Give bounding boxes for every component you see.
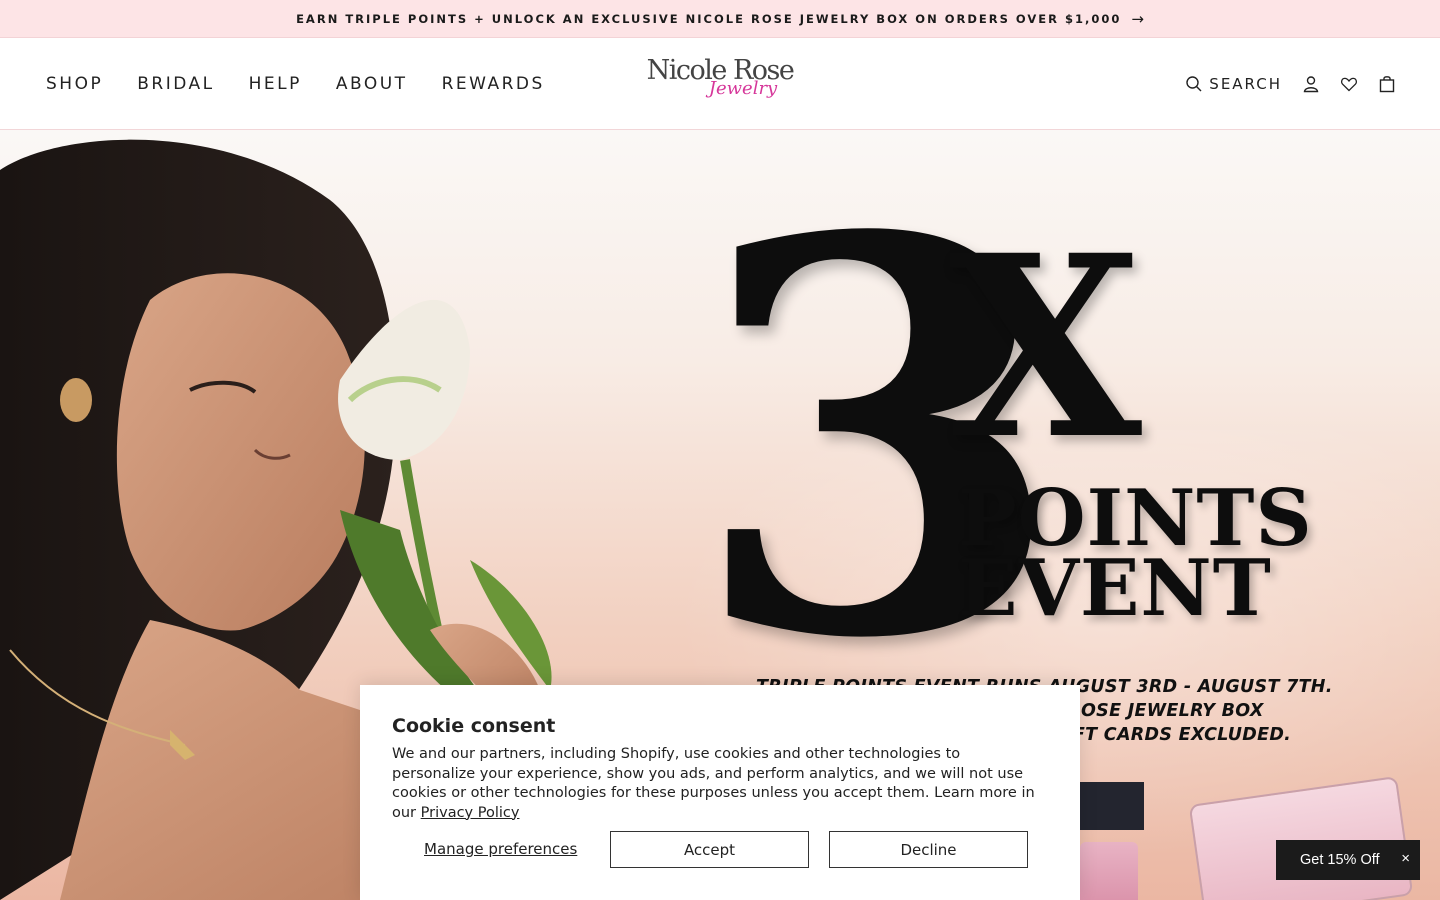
arrow-right-icon: → [1131,9,1144,28]
announcement-bar[interactable]: EARN TRIPLE POINTS + UNLOCK AN EXCLUSIVE… [0,0,1440,38]
hero-multiplier: X [948,200,1142,494]
privacy-policy-link[interactable]: Privacy Policy [421,805,520,821]
nav-rewards[interactable]: REWARDS [442,74,545,94]
site-header: SHOP BRIDAL HELP ABOUT REWARDS Nicole Ro… [0,38,1440,130]
decline-button[interactable]: Decline [829,831,1028,868]
cookie-actions: Manage preferences Accept Decline [392,831,1048,868]
jewelry-case-small [1080,842,1138,900]
search-icon [1185,75,1203,93]
search-button[interactable]: SEARCH [1185,75,1282,93]
account-icon[interactable] [1302,75,1320,93]
nav-bridal[interactable]: BRIDAL [137,74,214,94]
search-label: SEARCH [1209,75,1282,93]
nav-about[interactable]: ABOUT [336,74,408,94]
cookie-consent-dialog: Cookie consent We and our partners, incl… [360,685,1080,900]
announcement-text: EARN TRIPLE POINTS + UNLOCK AN EXCLUSIVE… [296,11,1122,26]
header-tools: SEARCH [1185,38,1396,130]
close-icon[interactable]: × [1401,850,1410,867]
wishlist-heart-icon[interactable] [1340,75,1358,93]
main-nav: SHOP BRIDAL HELP ABOUT REWARDS [46,38,579,130]
cart-bag-icon[interactable] [1378,75,1396,93]
brand-logo[interactable]: Nicole Rose Jewelry [640,56,800,114]
nav-shop[interactable]: SHOP [46,74,103,94]
accept-button[interactable]: Accept [610,831,809,868]
hero-event: EVENT [958,543,1272,634]
promo-label: Get 15% Off [1300,852,1380,868]
cookie-title: Cookie consent [392,715,556,737]
manage-preferences-link[interactable]: Manage preferences [424,840,577,858]
discount-popup-tab[interactable]: Get 15% Off × [1276,840,1420,880]
nav-help[interactable]: HELP [249,74,302,94]
cookie-body: We and our partners, including Shopify, … [392,745,1042,823]
